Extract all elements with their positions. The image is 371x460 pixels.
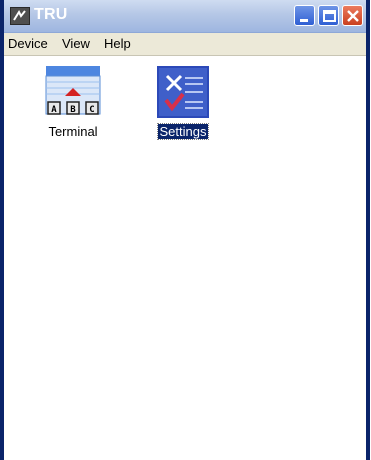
window-title: TRU xyxy=(34,6,68,23)
app-window: TRU Device View Help A B C Terminal Sett… xyxy=(0,0,370,460)
terminal-label: Terminal xyxy=(48,124,98,139)
menu-bar: Device View Help xyxy=(4,33,366,56)
settings-icon xyxy=(157,66,209,118)
svg-text:A: A xyxy=(51,105,57,115)
app-icon[interactable] xyxy=(10,7,30,25)
minimize-icon xyxy=(300,19,308,22)
menu-view[interactable]: View xyxy=(62,36,90,51)
title-bar[interactable]: TRU xyxy=(4,0,366,33)
menu-device[interactable]: Device xyxy=(8,36,48,51)
minimize-button[interactable] xyxy=(294,5,315,26)
close-button[interactable] xyxy=(342,5,363,26)
maximize-button[interactable] xyxy=(318,5,339,26)
close-icon xyxy=(347,10,359,22)
svg-text:B: B xyxy=(70,105,76,115)
maximize-icon xyxy=(323,10,336,22)
svg-text:C: C xyxy=(89,105,94,115)
menu-help[interactable]: Help xyxy=(104,36,131,51)
terminal-icon: A B C xyxy=(45,66,101,115)
icon-view[interactable]: A B C Terminal Settings xyxy=(4,56,366,460)
settings-label: Settings xyxy=(156,123,210,140)
terminal-item[interactable]: A B C Terminal xyxy=(28,64,118,141)
settings-item[interactable]: Settings xyxy=(138,64,228,141)
